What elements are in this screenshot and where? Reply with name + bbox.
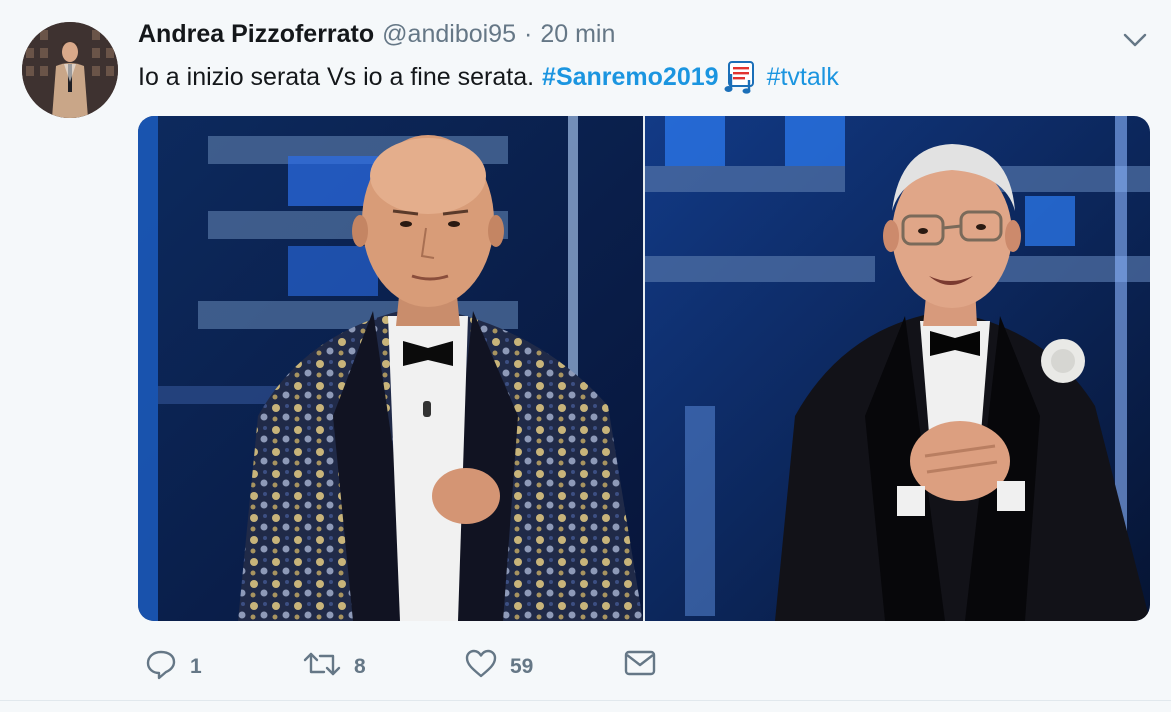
- avatar[interactable]: [22, 22, 118, 118]
- reply-count: 1: [190, 654, 202, 678]
- hashtag-sanremo2019[interactable]: #Sanremo2019: [542, 63, 719, 92]
- like-button[interactable]: 59: [464, 648, 533, 685]
- media-grid: [138, 116, 1150, 621]
- author-name[interactable]: Andrea Pizzoferrato: [138, 20, 374, 49]
- retweet-count: 8: [354, 654, 366, 678]
- tweet-time[interactable]: 20 min: [540, 20, 615, 49]
- envelope-icon: [622, 648, 658, 683]
- retweet-button[interactable]: 8: [302, 648, 366, 685]
- direct-message-button[interactable]: [622, 648, 658, 683]
- tweet-header: Andrea Pizzoferrato @andiboi95 · 20 min: [138, 20, 615, 54]
- retweet-icon: [302, 648, 342, 685]
- reply-button[interactable]: 1: [144, 648, 202, 685]
- chevron-down-icon[interactable]: [1120, 28, 1150, 52]
- heart-icon: [464, 648, 498, 685]
- sanremo-music-score-icon: [723, 60, 759, 94]
- hashtag-tvtalk[interactable]: #tvtalk: [767, 63, 839, 92]
- tweet[interactable]: Andrea Pizzoferrato @andiboi95 · 20 min …: [0, 0, 1171, 712]
- separator: ·: [524, 20, 533, 48]
- reply-icon: [144, 648, 178, 685]
- right-photo[interactable]: [645, 116, 1150, 621]
- author-handle[interactable]: @andiboi95: [382, 20, 516, 49]
- tweet-text: Io a inizio serata Vs io a fine serata. …: [138, 60, 839, 94]
- left-photo[interactable]: [138, 116, 643, 621]
- tweet-actions: 1 8 59: [0, 640, 1171, 696]
- like-count: 59: [510, 654, 534, 678]
- divider: [0, 700, 1171, 701]
- tweet-body: Io a inizio serata Vs io a fine serata.: [138, 62, 535, 91]
